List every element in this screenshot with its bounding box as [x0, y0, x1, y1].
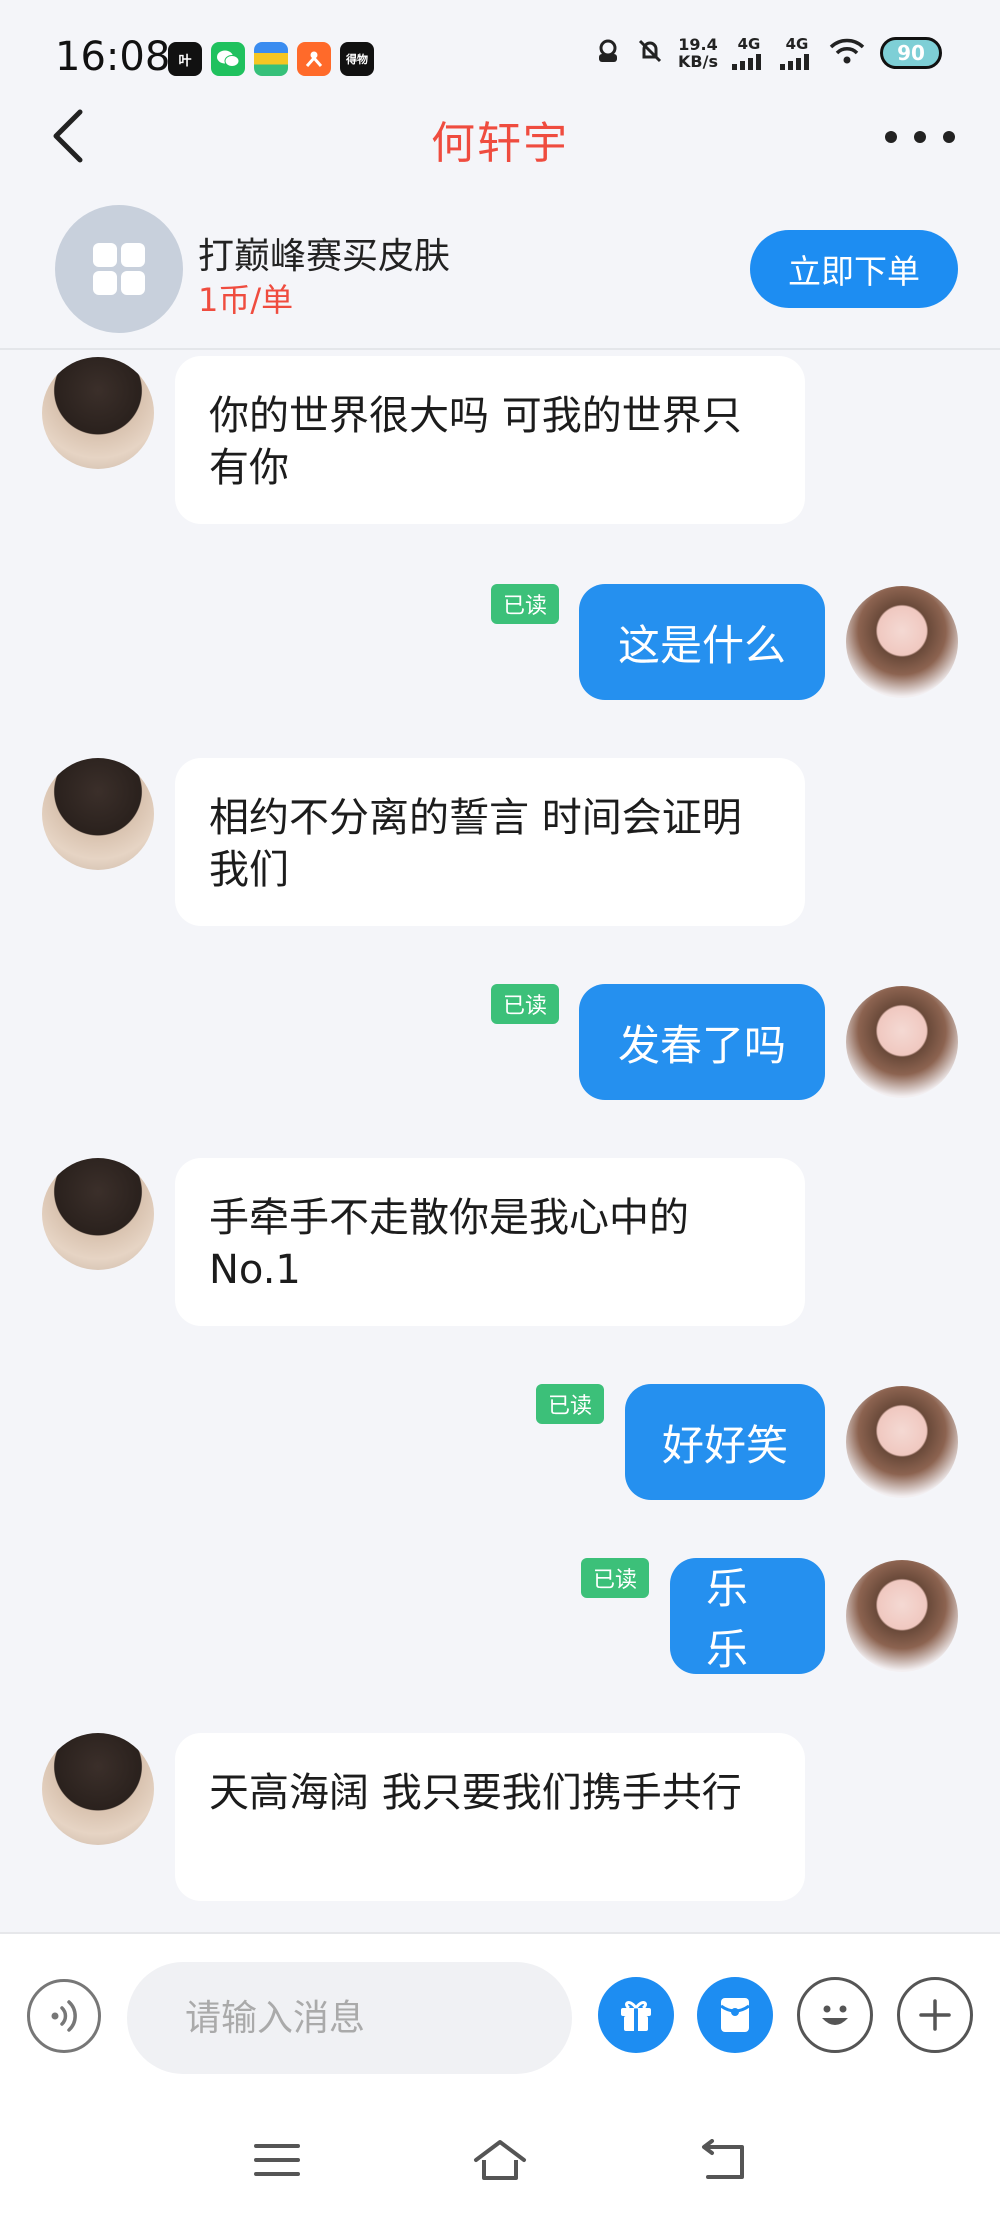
message-bubble: 好好笑 [625, 1384, 825, 1500]
message-bubble: 相约不分离的誓言 时间会证明我们 [175, 758, 805, 926]
status-time: 16:08 [55, 34, 171, 80]
message-bubble: 天高海阔 我只要我们携手共行 [175, 1733, 805, 1901]
plus-button[interactable] [897, 1977, 973, 2053]
signal-2: 4G [780, 34, 814, 70]
system-nav-bar [0, 2102, 1000, 2215]
read-badge: 已读 [491, 584, 559, 624]
wallet-app-icon [254, 42, 288, 76]
back-nav-button[interactable] [688, 2130, 758, 2190]
emoji-button[interactable] [797, 1977, 873, 2053]
order-now-button[interactable]: 立即下单 [750, 230, 958, 308]
wechat-icon [211, 42, 245, 76]
message-outgoing: 已读 这是什么 [0, 584, 1000, 704]
plus-icon [919, 1999, 951, 2031]
menu-icon [254, 2144, 300, 2176]
battery-indicator: 90 [880, 37, 942, 69]
message-outgoing: 已读 好好笑 [0, 1384, 1000, 1504]
message-bubble: 发春了吗 [579, 984, 825, 1100]
status-indicators: 19.4 KB/s 4G 4G 90 [594, 36, 942, 70]
signal-bars-icon [732, 53, 761, 70]
more-options-button[interactable] [885, 117, 955, 157]
signal-1: 4G [732, 34, 766, 70]
order-price: 1币/单 [198, 281, 294, 319]
chat-title: 何轩宇 [431, 118, 569, 169]
back-nav-icon [702, 2139, 744, 2179]
privacy-icon [594, 37, 622, 69]
message-list[interactable]: 你的世界很大吗 可我的世界只有你 已读 这是什么 相约不分离的誓言 时间会证明我… [0, 352, 1000, 1932]
avatar-self[interactable] [846, 586, 958, 698]
gift-icon [621, 2001, 651, 2031]
taobao-app-icon [297, 42, 331, 76]
message-outgoing: 已读 发春了吗 [0, 984, 1000, 1104]
message-incoming: 手牵手不走散你是我心中的No.1 [0, 1158, 1000, 1333]
message-bubble: 这是什么 [579, 584, 825, 700]
notification-app-icons: 叶 得物 [168, 42, 374, 76]
message-input[interactable] [127, 1962, 572, 2074]
order-name: 打巅峰赛买皮肤 [198, 236, 451, 277]
more-dots-icon [885, 131, 897, 143]
menu-nav-button[interactable] [242, 2130, 312, 2190]
message-bubble: 你的世界很大吗 可我的世界只有你 [175, 356, 805, 524]
read-badge: 已读 [536, 1384, 604, 1424]
input-bar [0, 1932, 1000, 2102]
net-speed-value: 19.4 [678, 35, 718, 54]
app-icon-1: 叶 [168, 42, 202, 76]
voice-button[interactable] [27, 1979, 101, 2053]
message-bubble: 乐乐 [670, 1558, 825, 1674]
avatar-self[interactable] [846, 986, 958, 1098]
home-icon [474, 2140, 526, 2180]
read-badge: 已读 [581, 1558, 649, 1598]
avatar-self[interactable] [846, 1560, 958, 1672]
net-speed-unit: KB/s [678, 52, 718, 71]
dewu-app-icon: 得物 [340, 42, 374, 76]
gift-button[interactable] [598, 1977, 674, 2053]
chat-header: 何轩宇 [0, 95, 1000, 185]
mute-icon [636, 37, 664, 69]
order-thumbnail [55, 205, 183, 333]
emoji-icon [822, 2005, 848, 2025]
home-nav-button[interactable] [465, 2130, 535, 2190]
avatar-self[interactable] [846, 1386, 958, 1498]
message-incoming: 天高海阔 我只要我们携手共行 [0, 1733, 1000, 1908]
wifi-icon [828, 36, 866, 70]
grid-icon [93, 243, 145, 295]
avatar-contact[interactable] [42, 758, 154, 870]
signal-1-label: 4G [737, 34, 761, 53]
avatar-contact[interactable] [42, 357, 154, 469]
voice-icon [51, 2000, 77, 2032]
network-speed: 19.4 KB/s [678, 36, 718, 70]
signal-bars-icon [780, 53, 809, 70]
read-badge: 已读 [491, 984, 559, 1024]
signal-2-label: 4G [785, 34, 809, 53]
red-packet-icon [720, 1998, 750, 2032]
status-bar: 16:08 叶 得物 19.4 KB/s 4G 4G 90 [0, 0, 1000, 110]
avatar-contact[interactable] [42, 1733, 154, 1845]
message-outgoing: 已读 乐乐 [0, 1558, 1000, 1678]
order-card: 打巅峰赛买皮肤 1币/单 立即下单 [0, 195, 1000, 350]
red-packet-button[interactable] [697, 1977, 773, 2053]
message-incoming: 相约不分离的誓言 时间会证明我们 [0, 758, 1000, 933]
message-bubble: 手牵手不走散你是我心中的No.1 [175, 1158, 805, 1326]
avatar-contact[interactable] [42, 1158, 154, 1270]
message-incoming: 你的世界很大吗 可我的世界只有你 [0, 352, 1000, 527]
